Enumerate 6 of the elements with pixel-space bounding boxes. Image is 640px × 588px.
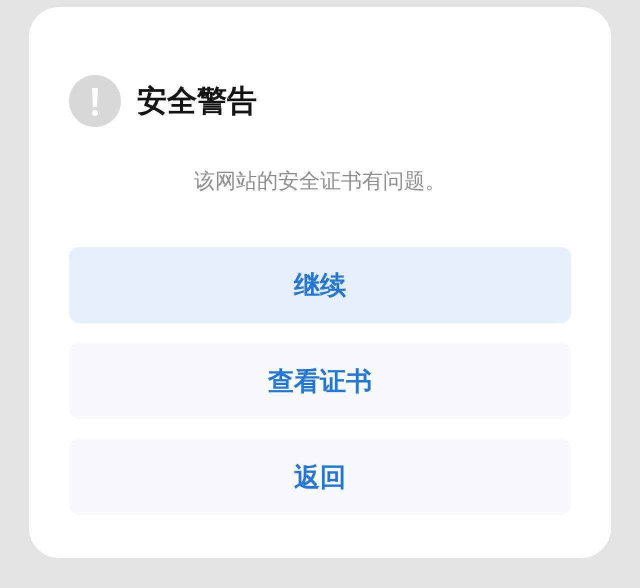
dialog-button[interactable]: 继续 bbox=[69, 247, 571, 323]
dialog-message: 该网站的安全证书有问题。 bbox=[193, 168, 447, 195]
dialog-title: 安全警告 bbox=[137, 82, 257, 120]
exclamation-icon bbox=[69, 75, 121, 127]
dialog-button[interactable]: 返回 bbox=[69, 439, 571, 515]
dialog-button[interactable]: 查看证书 bbox=[69, 343, 571, 419]
